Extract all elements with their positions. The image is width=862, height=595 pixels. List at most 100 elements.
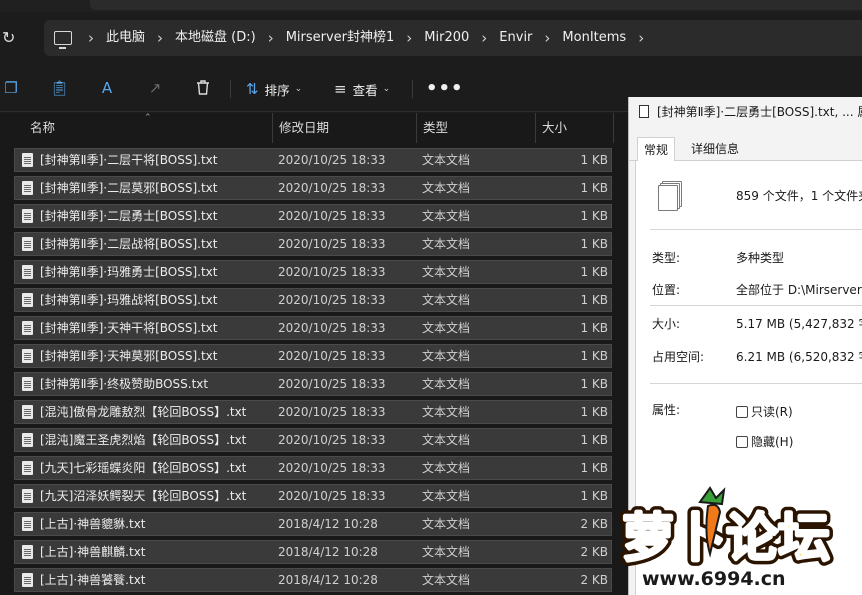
column-headers: ⌃ 名称 修改日期 类型 大小 (0, 113, 628, 143)
file-size: 1 KB (580, 265, 608, 279)
more-options-button[interactable]: ••• (426, 78, 464, 99)
type-label: 类型: (652, 251, 681, 265)
column-size-header[interactable]: 大小 (536, 113, 614, 143)
breadcrumb-envir[interactable]: Envir (499, 20, 532, 56)
file-row[interactable]: [封神第Ⅱ季]·二层干将[BOSS].txt 2020/10/25 18:33 文本… (14, 146, 614, 174)
chevron-right-icon[interactable]: › (626, 20, 656, 56)
file-row[interactable]: [封神第Ⅱ季]·玛雅勇士[BOSS].txt 2020/10/25 18:33 文本… (14, 258, 614, 286)
view-label: 查看 (352, 82, 378, 98)
dialog-title-bar[interactable]: [封神第Ⅱ季]·二层勇士[BOSS].txt, ... 属 (629, 97, 862, 127)
file-name: [上古]·神兽麒麟.txt (40, 545, 146, 559)
chevron-right-icon[interactable]: › (76, 20, 106, 56)
file-row[interactable]: [九天]沼泽妖鳄裂天【轮回BOSS】.txt 2020/10/25 18:33 文本… (14, 482, 614, 510)
rename-icon[interactable]: A (98, 79, 116, 97)
svg-text:萝卜论坛: 萝卜论坛 (622, 509, 830, 569)
file-row[interactable]: [混沌]魔王圣虎烈焰【轮回BOSS】.txt 2020/10/25 18:33 文本… (14, 426, 614, 454)
checkbox-box[interactable] (736, 405, 748, 418)
text-file-icon (22, 209, 33, 223)
column-type-header[interactable]: 类型 (417, 113, 536, 143)
text-file-icon (22, 321, 33, 335)
column-name-header[interactable]: 名称 (24, 113, 273, 143)
sort-button[interactable]: ⇅ 排序 ⌄ (246, 78, 302, 100)
copy-icon[interactable]: ❐ (2, 79, 20, 97)
file-type: 文本文档 (422, 461, 471, 475)
hidden-label: 隐藏(H) (751, 435, 794, 449)
file-row[interactable]: [封神第Ⅱ季]·天神干将[BOSS].txt 2020/10/25 18:33 文本… (14, 314, 614, 342)
file-modified-date: 2020/10/25 18:33 (278, 405, 386, 419)
text-file-icon (22, 153, 33, 167)
file-modified-date: 2018/4/12 10:28 (278, 545, 378, 559)
chevron-right-icon[interactable]: › (145, 20, 175, 56)
file-row[interactable]: [上古]·神兽貔貅.txt 2018/4/12 10:28 文本文档 2 KB (14, 510, 614, 538)
file-rows: [封神第Ⅱ季]·二层干将[BOSS].txt 2020/10/25 18:33 文本… (14, 146, 614, 594)
file-modified-date: 2020/10/25 18:33 (278, 265, 386, 279)
chevron-right-icon[interactable]: › (469, 20, 499, 56)
file-row[interactable]: [九天]七彩瑶蝶炎阳【轮回BOSS】.txt 2020/10/25 18:33 文本… (14, 454, 614, 482)
checkbox-box[interactable] (736, 435, 748, 448)
file-size: 1 KB (580, 489, 608, 503)
file-type: 文本文档 (422, 265, 471, 279)
file-modified-date: 2020/10/25 18:33 (278, 321, 386, 335)
file-type: 文本文档 (422, 517, 471, 531)
refresh-icon[interactable]: ↻ (2, 28, 22, 48)
readonly-checkbox[interactable]: 只读(R) (736, 403, 793, 420)
chevron-right-icon[interactable]: › (394, 20, 424, 56)
breadcrumb-drive-d[interactable]: 本地磁盘 (D:) (175, 20, 256, 56)
file-name: [九天]七彩瑶蝶炎阳【轮回BOSS】.txt (40, 461, 247, 475)
file-row[interactable]: [封神第Ⅱ季]·二层勇士[BOSS].txt 2020/10/25 18:33 文本… (14, 202, 614, 230)
forum-watermark-logo: 萝卜论坛 萝卜论坛 www.6994.cn www.6994.cn (612, 484, 862, 595)
file-modified-date: 2020/10/25 18:33 (278, 153, 386, 167)
file-type: 文本文档 (422, 181, 471, 195)
selection-summary: 859 个文件，1 个文件夹 (736, 189, 862, 203)
text-file-icon (22, 573, 33, 587)
file-type: 文本文档 (422, 209, 471, 223)
text-file-icon (22, 181, 33, 195)
size-label: 大小: (652, 317, 681, 331)
toolbar-divider (412, 80, 413, 98)
view-button[interactable]: ≡ 查看 ⌄ (334, 78, 390, 100)
file-modified-date: 2020/10/25 18:33 (278, 293, 386, 307)
tab-edge (90, 0, 862, 10)
breadcrumb-this-pc[interactable]: 此电脑 (106, 20, 145, 56)
file-type: 文本文档 (422, 377, 471, 391)
file-size: 1 KB (580, 321, 608, 335)
location-label: 位置: (652, 283, 681, 297)
breadcrumb-monitems[interactable]: MonItems (562, 20, 626, 56)
text-file-icon (22, 293, 33, 307)
file-row[interactable]: [上古]·神兽麒麟.txt 2018/4/12 10:28 文本文档 2 KB (14, 538, 614, 566)
tab-general[interactable]: 常规 (637, 137, 676, 162)
delete-icon[interactable] (194, 79, 212, 97)
file-modified-date: 2020/10/25 18:33 (278, 237, 386, 251)
chevron-right-icon[interactable]: › (256, 20, 286, 56)
file-modified-date: 2020/10/25 18:33 (278, 461, 386, 475)
text-file-icon (22, 237, 33, 251)
file-row[interactable]: [封神第Ⅱ季]·天神莫邪[BOSS].txt 2020/10/25 18:33 文本… (14, 342, 614, 370)
file-row[interactable]: [封神第Ⅱ季]·终极赞助BOSS.txt 2020/10/25 18:33 文本文档… (14, 370, 614, 398)
svg-text:www.6994.cn: www.6994.cn (642, 568, 786, 590)
tab-details[interactable]: 详细信息 (685, 137, 745, 161)
file-modified-date: 2018/4/12 10:28 (278, 517, 378, 531)
file-type: 文本文档 (422, 489, 471, 503)
breadcrumb-mir200[interactable]: Mir200 (424, 20, 469, 56)
address-bar[interactable]: › 此电脑 › 本地磁盘 (D:) › Mirserver封神榜1 › Mir2… (44, 20, 862, 56)
paste-icon[interactable]: 📋︎ (50, 79, 69, 97)
file-size: 1 KB (580, 433, 608, 447)
chevron-right-icon[interactable]: › (532, 20, 562, 56)
file-row[interactable]: [混沌]傲骨龙雕敖烈【轮回BOSS】.txt 2020/10/25 18:33 文本… (14, 398, 614, 426)
file-row[interactable]: [封神第Ⅱ季]·玛雅战将[BOSS].txt 2020/10/25 18:33 文本… (14, 286, 614, 314)
file-type: 文本文档 (422, 349, 471, 363)
share-icon[interactable]: ↗ (146, 79, 164, 97)
file-modified-date: 2020/10/25 18:33 (278, 349, 386, 363)
file-row[interactable]: [封神第Ⅱ季]·二层莫邪[BOSS].txt 2020/10/25 18:33 文本… (14, 174, 614, 202)
dialog-tabs: 常规 详细信息 (629, 137, 862, 162)
file-name: [封神第Ⅱ季]·玛雅战将[BOSS].txt (40, 293, 218, 307)
hidden-checkbox[interactable]: 隐藏(H) (736, 433, 793, 450)
file-row[interactable]: [上古]·神兽饕餮.txt 2018/4/12 10:28 文本文档 2 KB (14, 566, 614, 594)
breadcrumb-mirserver[interactable]: Mirserver封神榜1 (286, 20, 395, 56)
column-date-header[interactable]: 修改日期 (273, 113, 417, 143)
location-value: 全部位于 D:\Mirserver (736, 283, 862, 297)
file-row[interactable]: [封神第Ⅱ季]·二层战将[BOSS].txt 2020/10/25 18:33 文本… (14, 230, 614, 258)
multiple-files-icon (658, 181, 682, 211)
text-file-icon (22, 545, 33, 559)
file-size: 1 KB (580, 153, 608, 167)
